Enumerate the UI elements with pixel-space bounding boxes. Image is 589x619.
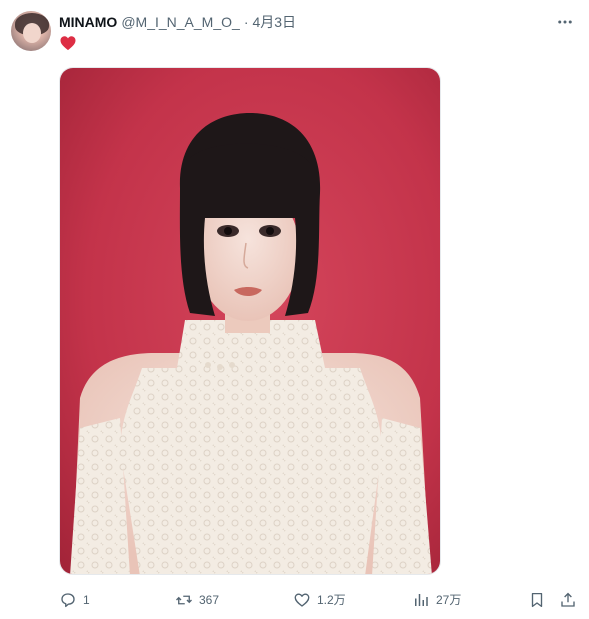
share-icon — [561, 592, 575, 607]
post-date[interactable]: 4月3日 — [252, 12, 296, 32]
post-header: MINAMO @M_I_N_A_M_O_ · 4月3日 — [59, 12, 296, 32]
more-icon-glyph — [558, 20, 572, 24]
share-button[interactable] — [559, 590, 577, 610]
header-separator: · — [243, 14, 249, 30]
avatar[interactable] — [11, 11, 51, 51]
views-icon — [415, 594, 428, 606]
repost-icon — [176, 595, 192, 605]
like-icon — [294, 593, 310, 607]
more-icon[interactable] — [555, 12, 575, 32]
like-count: 1.2万 — [317, 593, 346, 607]
user-handle[interactable]: @M_I_N_A_M_O_ — [121, 12, 239, 32]
portrait-image — [60, 68, 440, 574]
reply-button[interactable]: 1 — [59, 590, 90, 610]
views-button[interactable]: 27万 — [412, 590, 461, 610]
avatar-face — [23, 23, 41, 43]
reply-icon — [61, 593, 75, 608]
post-photo[interactable] — [59, 67, 441, 575]
red-heart-emoji — [60, 36, 76, 51]
bookmark-button[interactable] — [528, 590, 546, 610]
action-bar: 1 367 1.2万 27万 — [59, 590, 575, 610]
display-name[interactable]: MINAMO — [59, 12, 117, 32]
bookmark-icon — [531, 592, 543, 608]
like-button[interactable]: 1.2万 — [293, 590, 346, 610]
repost-button[interactable]: 367 — [175, 590, 219, 610]
repost-count: 367 — [199, 593, 220, 607]
reply-count: 1 — [83, 593, 90, 607]
view-count: 27万 — [436, 593, 462, 607]
post-text — [59, 34, 79, 54]
